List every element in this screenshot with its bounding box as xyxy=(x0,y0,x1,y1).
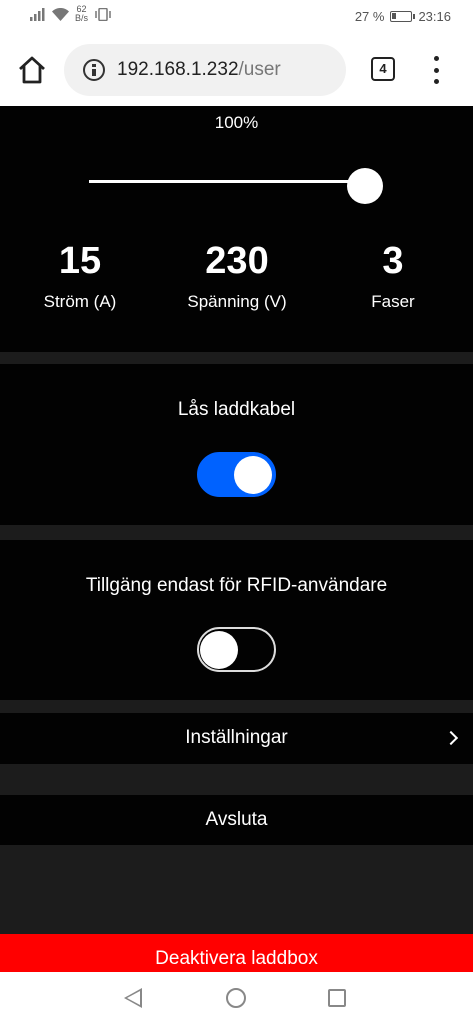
slider-thumb[interactable] xyxy=(347,168,383,204)
clock: 23:16 xyxy=(418,9,451,24)
home-icon[interactable] xyxy=(16,54,48,86)
current-stat: 15 Ström (A) xyxy=(0,238,160,312)
network-speed-unit: B/s xyxy=(75,13,89,23)
voltage-value: 230 xyxy=(205,240,269,282)
info-icon[interactable] xyxy=(83,59,105,81)
current-value: 15 xyxy=(58,240,102,282)
status-bar: 62 B/s 27 % 23:16 xyxy=(0,0,473,34)
system-nav-bar xyxy=(0,972,473,1024)
browser-toolbar: 192.168.1.232/user 4 xyxy=(0,34,473,106)
lock-cable-label: Lås laddkabel xyxy=(177,399,296,420)
charge-level-panel: 100% 15 Ström (A) 230 Spänning (V) 3 Fas… xyxy=(0,106,473,352)
lock-cable-panel: Lås laddkabel xyxy=(0,364,473,525)
exit-row[interactable]: Avsluta xyxy=(0,795,473,845)
url-path: /user xyxy=(238,59,281,80)
slider-track[interactable] xyxy=(89,180,365,183)
rfid-only-toggle[interactable] xyxy=(197,627,276,672)
battery-icon xyxy=(390,11,416,22)
voltage-label: Spänning (V) xyxy=(187,292,287,311)
address-bar[interactable]: 192.168.1.232/user xyxy=(64,44,346,96)
rfid-only-label: Tillgäng endast för RFID-användare xyxy=(85,575,388,596)
vibrate-icon xyxy=(95,7,111,21)
tab-switcher-button[interactable]: 4 xyxy=(371,57,395,81)
url-text[interactable]: 192.168.1.232/user xyxy=(117,59,281,81)
deactivate-button[interactable]: Deaktivera laddbox xyxy=(0,934,473,972)
network-speed: 62 B/s xyxy=(75,5,88,23)
lock-cable-toggle[interactable] xyxy=(197,452,276,497)
phases-value: 3 xyxy=(382,240,404,282)
home-circle-icon[interactable] xyxy=(226,988,246,1008)
current-label: Ström (A) xyxy=(43,292,117,311)
battery-fill xyxy=(392,13,397,19)
exit-label: Avsluta xyxy=(205,809,268,830)
signal-icon xyxy=(30,7,45,21)
phases-stat: 3 Faser xyxy=(313,238,473,312)
toggle-knob xyxy=(234,456,272,494)
settings-row[interactable]: Inställningar xyxy=(0,713,473,764)
voltage-stat: 230 Spänning (V) xyxy=(157,238,317,312)
phases-label: Faser xyxy=(371,292,415,311)
url-host: 192.168.1.232 xyxy=(117,59,239,80)
rfid-only-panel: Tillgäng endast för RFID-användare xyxy=(0,540,473,700)
back-icon[interactable] xyxy=(124,988,142,1008)
recent-apps-icon[interactable] xyxy=(328,989,346,1007)
charge-level-slider[interactable] xyxy=(89,168,383,208)
settings-label: Inställningar xyxy=(185,727,288,748)
wifi-icon xyxy=(52,7,69,21)
battery-percent: 27 % xyxy=(354,9,385,24)
toggle-knob xyxy=(200,631,238,669)
more-menu-icon[interactable] xyxy=(430,56,442,84)
charge-percent-label: 100% xyxy=(214,113,259,132)
